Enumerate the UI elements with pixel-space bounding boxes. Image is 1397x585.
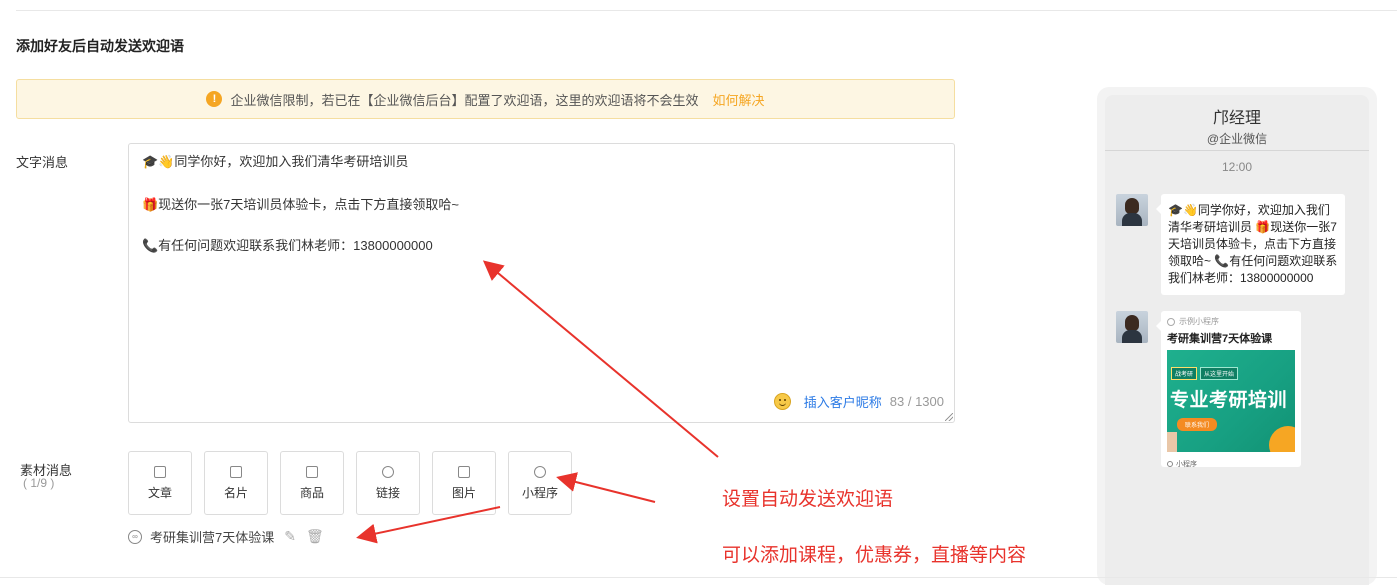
edit-icon[interactable]: ✎ [284,528,296,545]
arrow-to-mini-program [556,472,656,503]
text-line-1: 🎓👋同学你好，欢迎加入我们清华考研培训员 [142,154,409,169]
card-image: 战考研 从这里开始 专业考研培训 联系我们 [1167,350,1295,452]
mini-program-icon [1167,317,1175,326]
article-icon [154,465,166,478]
contact-name: 邝经理 [1212,110,1261,127]
welcome-text-input[interactable]: 🎓👋同学你好，欢迎加入我们清华考研培训员 🎁现送你一张7天培训员体验卡，点击下方… [128,143,955,423]
top-divider [16,10,1397,11]
link-label: 链接 [375,485,400,500]
person-figure [1167,432,1177,452]
card-source-label: 示例小程序 [1179,317,1219,326]
insert-nickname-link[interactable]: 插入客户昵称 [804,392,882,411]
trash-icon[interactable]: 🗑 [306,528,324,545]
chat-screen: 邝经理 @企业微信 12:00 🎓👋同学你好，欢迎加入我们清华考研培训员 🎁现送… [1105,95,1369,585]
mini-program-label: 小程序 [521,485,558,500]
mini-program-icon: ∞ [128,529,142,544]
contact-subtitle: @企业微信 [1206,132,1268,146]
avatar [1116,311,1148,343]
mini-program-icon [1167,461,1173,467]
product-button[interactable]: 商品 [280,451,344,515]
warning-icon: ! [206,91,223,107]
card-label: 名片 [223,485,248,500]
card-icon [230,465,242,478]
attached-material: ∞ 考研集训营7天体验课 ✎ 🗑 [128,527,324,546]
char-counter: 83 / 1300 [889,394,944,409]
card-footer-label: 小程序 [1176,461,1197,468]
section-title: 添加好友后自动发送欢迎语 [16,38,184,54]
resize-handle[interactable] [945,413,953,421]
notice-banner: ! 企业微信限制，若已在【企业微信后台】配置了欢迎语，这里的欢迎语将不会生效 如… [16,79,955,119]
text-line-3: 📞有任何问题欢迎联系我们林老师：13800000000 [142,238,433,253]
product-icon [306,465,318,478]
card-source: 示例小程序 [1167,316,1295,327]
article-label: 文章 [147,485,172,500]
chat-header: 邝经理 @企业微信 [1105,95,1369,151]
chat-time: 12:00 [1221,160,1253,174]
how-to-fix-link[interactable]: 如何解决 [713,90,765,109]
phone-preview: 邝经理 @企业微信 12:00 🎓👋同学你好，欢迎加入我们清华考研培训员 🎁现送… [1097,87,1377,585]
image-icon [458,465,470,478]
mini-program-card: 示例小程序 考研集训营7天体验课 战考研 从这里开始 专业考研培训 联系我们 小… [1156,311,1301,469]
bottom-divider [0,577,1397,578]
emoji-icon[interactable] [773,393,791,410]
image-button[interactable]: 图片 [432,451,496,515]
image-label: 图片 [451,485,476,500]
mini-program-icon [534,465,546,478]
card-button[interactable]: 名片 [204,451,268,515]
card-title: 考研集训营7天体验课 [1167,333,1273,345]
material-count: ( 1/9 ) [23,476,55,490]
card-headline: 专业考研培训 [1170,390,1288,411]
message-bubble: 🎓👋同学你好，欢迎加入我们清华考研培训员 🎁现送你一张7天培训员体验卡，点击下方… [1156,194,1345,295]
product-label: 商品 [299,485,324,500]
decorative-circle [1269,426,1295,452]
card-tag-1: 战考研 [1171,367,1198,380]
avatar [1116,194,1148,226]
link-icon [382,465,394,478]
card-footer: 小程序 [1167,459,1295,469]
mini-program-button[interactable]: 小程序 [508,451,572,515]
text-message-label: 文字消息 [16,155,69,170]
article-button[interactable]: 文章 [128,451,192,515]
link-button[interactable]: 链接 [356,451,420,515]
card-cta: 联系我们 [1177,418,1218,431]
annotation-line-2: 可以添加课程，优惠券，直播等内容 [722,545,1027,566]
text-line-2: 🎁现送你一张7天培训员体验卡，点击下方直接领取哈~ [142,197,460,212]
textarea-footer: 插入客户昵称 83 / 1300 [773,392,944,411]
annotation-line-1: 设置自动发送欢迎语 [722,489,894,510]
card-tag-2: 从这里开始 [1200,367,1239,380]
attached-material-title: 考研集训营7天体验课 [150,530,275,545]
notice-text: 企业微信限制，若已在【企业微信后台】配置了欢迎语，这里的欢迎语将不会生效 [230,92,699,108]
